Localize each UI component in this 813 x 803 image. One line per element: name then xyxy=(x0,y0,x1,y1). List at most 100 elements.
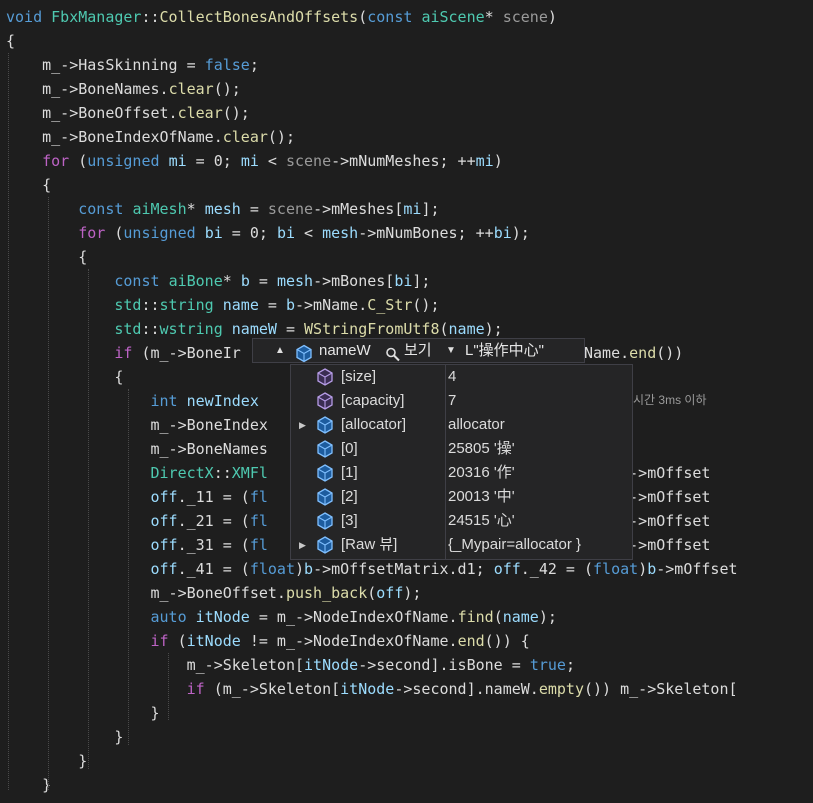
code-line[interactable]: for (unsigned bi = 0; bi < mesh->mNumBon… xyxy=(6,221,530,245)
code-line[interactable]: { xyxy=(6,245,87,269)
code-token: end xyxy=(629,344,657,362)
code-line[interactable]: m_->BoneIndexOfName.clear(); xyxy=(6,125,295,149)
code-line[interactable]: } xyxy=(6,701,160,725)
code-token: float xyxy=(249,560,295,578)
code-token: fl xyxy=(249,512,268,530)
code-token: mesh xyxy=(276,272,314,290)
datatip-row[interactable]: [1] 20316 '作' xyxy=(291,461,632,485)
code-token: end xyxy=(457,632,485,650)
code-token: m_ xyxy=(42,56,61,74)
visualizer-label[interactable]: 보기 xyxy=(404,339,432,362)
code-line[interactable]: } xyxy=(6,749,87,773)
datatip-row[interactable]: [2] 20013 '中' xyxy=(291,485,632,509)
code-token: off xyxy=(150,536,178,554)
code-token: name xyxy=(222,296,259,314)
code-token: -> xyxy=(60,56,79,74)
datatip-row-name: [1] xyxy=(341,464,358,481)
code-line[interactable]: m_->HasSkinning = false; xyxy=(6,53,259,77)
code-line[interactable]: { xyxy=(6,173,51,197)
datatip-row[interactable]: ▶ [Raw 뷰] {_Mypair=allocator } xyxy=(291,533,632,557)
code-token: b xyxy=(240,272,250,290)
code-token: aiBone xyxy=(168,272,223,290)
code-token: < xyxy=(295,224,323,242)
expand-arrow-icon[interactable]: ▶ xyxy=(299,533,306,557)
datatip-row[interactable]: [3] 24515 '心' xyxy=(291,509,632,533)
code-token: m_->Skeleton[ xyxy=(186,656,305,674)
code-token: name xyxy=(448,320,485,338)
code-line[interactable]: for (unsigned mi = 0; mi < scene->mNumMe… xyxy=(6,149,503,173)
code-token: m_->BoneIndex xyxy=(150,416,268,434)
collapse-arrow-icon[interactable]: ▲ xyxy=(275,339,285,362)
code-token: XMFl xyxy=(231,464,268,482)
code-line[interactable]: m_->BoneIndex xyxy=(6,413,268,437)
code-line[interactable]: std::string name = b->mName.C_Str(); xyxy=(6,293,440,317)
code-line[interactable]: m_->BoneNames.clear(); xyxy=(6,77,241,101)
datatip-row-value: 20316 '作' xyxy=(448,464,515,481)
code-token: { xyxy=(114,368,124,386)
code-token: std xyxy=(114,320,142,338)
code-token: } xyxy=(42,776,52,794)
datatip-header[interactable]: ▲ nameW 보기 ▼ L"操作中心" xyxy=(252,338,585,363)
code-line[interactable]: off._41 = (float)b->mOffsetMatrix.d1; of… xyxy=(6,557,738,581)
code-token: ._31 = ( xyxy=(177,536,250,554)
code-line[interactable]: } xyxy=(6,773,51,797)
code-token: HasSkinning xyxy=(78,56,178,74)
datatip-row[interactable]: [capacity] 7 xyxy=(291,389,632,413)
code-token: = xyxy=(249,272,277,290)
code-token: = 0; xyxy=(222,224,277,242)
code-token: mesh xyxy=(322,224,359,242)
code-line[interactable]: void FbxManager::CollectBonesAndOffsets(… xyxy=(6,5,557,29)
datatip-row-value: allocator xyxy=(448,416,505,433)
code-token: ; xyxy=(565,656,575,674)
code-token: ->mOffset xyxy=(629,464,711,482)
code-line[interactable]: const aiMesh* mesh = scene->mMeshes[mi]; xyxy=(6,197,439,221)
code-line[interactable]: if (m_->Skeleton[itNode->second].nameW.e… xyxy=(6,677,738,701)
code-token: ->mOffset xyxy=(629,536,711,554)
code-token: { xyxy=(6,32,16,50)
code-line[interactable]: if (itNode != m_->NodeIndexOfName.end())… xyxy=(6,629,530,653)
code-token: ._21 = ( xyxy=(177,512,250,530)
code-token: (); xyxy=(412,296,440,314)
code-token: ->mMeshes[ xyxy=(313,200,404,218)
code-token: } xyxy=(150,704,160,722)
code-token: ->mBones[ xyxy=(313,272,395,290)
expand-arrow-icon[interactable]: ▶ xyxy=(299,413,306,437)
datatip-row[interactable]: [size] 4 xyxy=(291,365,632,389)
datatip-row[interactable]: [0] 25805 '操' xyxy=(291,437,632,461)
code-line[interactable]: m_->BoneNames xyxy=(6,437,268,461)
code-token: b xyxy=(647,560,657,578)
code-line[interactable]: { xyxy=(6,29,15,53)
code-token: mi xyxy=(240,152,259,170)
code-line[interactable]: } xyxy=(6,725,123,749)
code-token: b xyxy=(285,296,295,314)
code-token: ( xyxy=(105,224,124,242)
code-token: ()) { xyxy=(484,632,530,650)
code-line[interactable]: { xyxy=(6,365,123,389)
code-token: clear xyxy=(177,104,223,122)
code-token: ._11 = ( xyxy=(177,488,250,506)
datatip-row-value: 4 xyxy=(448,368,457,385)
datatip-expanded-panel: [size] 4 [capacity] 7 ▶ [allocator] allocator [… xyxy=(290,364,633,560)
datatip-row[interactable]: ▶ [allocator] allocator xyxy=(291,413,632,437)
magnifier-icon[interactable] xyxy=(385,343,401,366)
code-line[interactable]: int newIndex xyxy=(6,389,259,413)
code-token: ->mOffsetMatrix.d1; xyxy=(313,560,494,578)
code-token: CollectBonesAndOffsets xyxy=(159,8,359,26)
code-line[interactable]: m_->BoneOffset.push_back(off); xyxy=(6,581,422,605)
code-token: (m_->Skeleton[ xyxy=(204,680,341,698)
code-line[interactable]: m_->Skeleton[itNode->second].isBone = tr… xyxy=(6,653,575,677)
code-token: ]; xyxy=(412,272,431,290)
code-token: itNode xyxy=(195,608,250,626)
indent-guide xyxy=(48,197,49,790)
code-line[interactable]: m_->BoneOffset.clear(); xyxy=(6,101,250,125)
dropdown-arrow-icon[interactable]: ▼ xyxy=(446,339,456,362)
datatip-row-name: [size] xyxy=(341,368,377,385)
code-line[interactable]: const aiBone* b = mesh->mBones[bi]; xyxy=(6,269,430,293)
code-token: ->mOffset xyxy=(629,512,711,530)
